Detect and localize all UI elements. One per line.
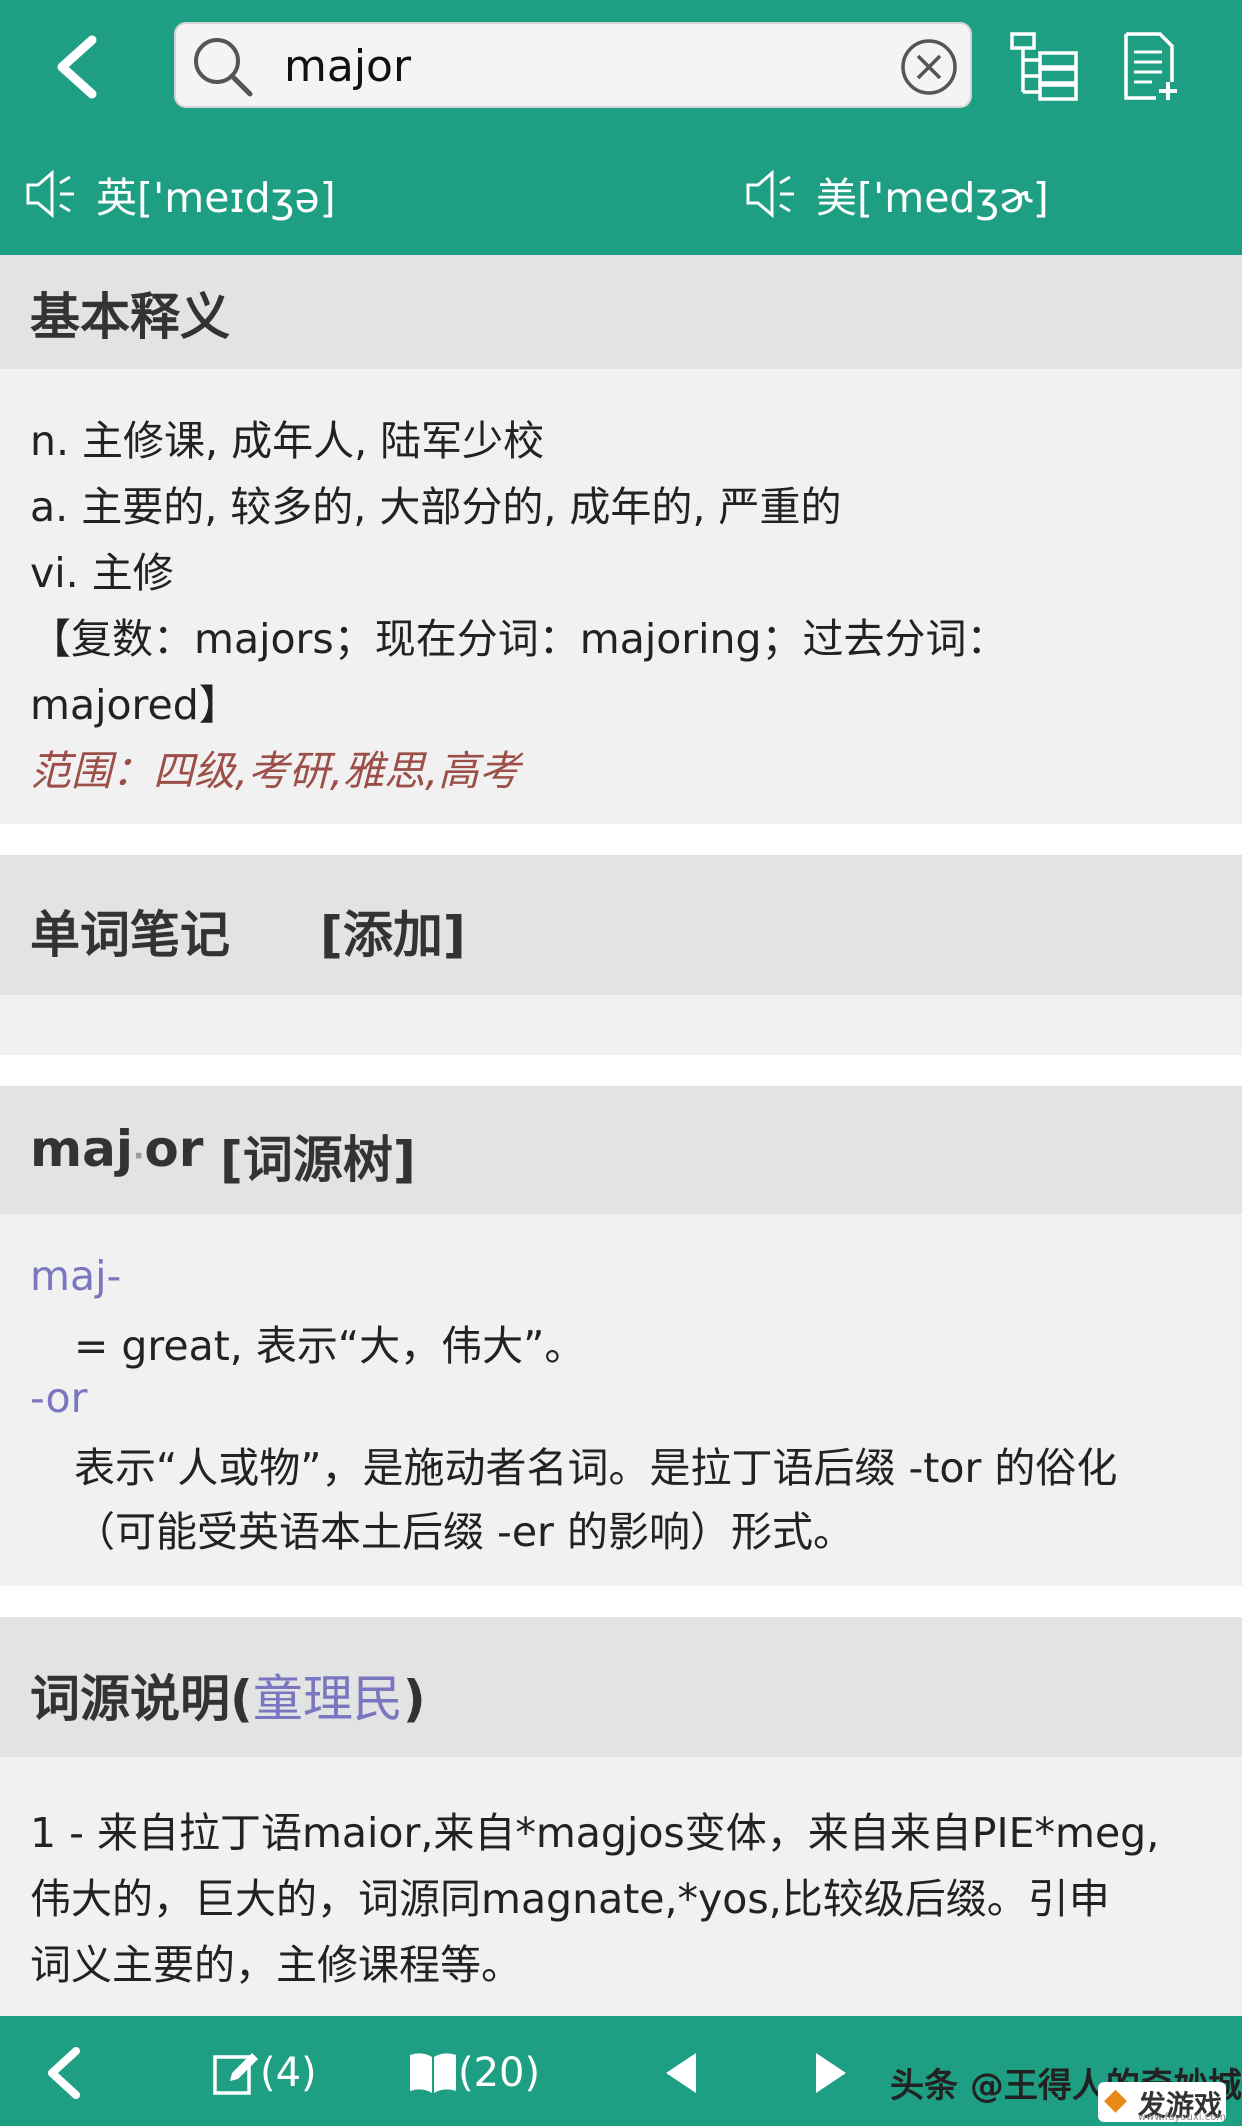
explanation-line: 词义主要的，主修课程等。 bbox=[30, 1941, 522, 1989]
search-box[interactable] bbox=[174, 22, 972, 108]
root-meaning: = great, 表示“大，伟大”。 bbox=[74, 1322, 586, 1370]
explanation-line: 1 - 来自拉丁语maior,来自*magjos变体，来自来自PIE*meg, bbox=[30, 1809, 1160, 1857]
word-notes-header: 单词笔记 [添加] bbox=[0, 855, 1242, 995]
root-meaning: 表示“人或物”，是施动者名词。是拉丁语后缀 -tor 的俗化 bbox=[74, 1444, 1118, 1492]
notes-button[interactable]: (4) bbox=[212, 2038, 317, 2108]
logo-url: www.fayouxi.com bbox=[1138, 2112, 1227, 2123]
basic-definition-header: 基本释义 bbox=[0, 255, 1242, 369]
pronounce-us-button[interactable]: 美['medʒɚ] bbox=[742, 158, 1049, 230]
definition-line: n. 主修课, 成年人, 陆军少校 bbox=[30, 417, 545, 465]
add-note-icon[interactable] bbox=[1120, 30, 1182, 102]
book-icon bbox=[410, 2053, 456, 2093]
pronunciation-uk: 英['meɪdʒə] bbox=[96, 174, 336, 222]
speaker-icon bbox=[746, 169, 794, 219]
clear-icon[interactable] bbox=[898, 36, 960, 98]
inflection-line: 【复数：majors；现在分词：majoring；过去分词： bbox=[30, 615, 1008, 663]
logo-mark: ◆ bbox=[1104, 2082, 1128, 2117]
speaker-icon bbox=[26, 169, 74, 219]
back-arrow-icon[interactable] bbox=[40, 22, 135, 112]
definition-line: vi. 主修 bbox=[30, 549, 174, 597]
word-tree-link[interactable]: [词源树] bbox=[220, 1120, 416, 1192]
word-part: or bbox=[144, 1120, 204, 1178]
back-arrow-icon bbox=[48, 2047, 80, 2099]
exam-scope: 范围：四级,考研,雅思,高考 bbox=[30, 747, 521, 795]
search-icon bbox=[194, 38, 253, 97]
explanation-line: 伟大的，巨大的，词源同magnate,*yos,比较级后缀。引申 bbox=[30, 1875, 1110, 1923]
title-text: 词源说明( bbox=[30, 1670, 253, 1728]
pronunciation-us: 美['medʒɚ] bbox=[816, 174, 1049, 222]
pronounce-uk-button[interactable]: 英['meɪdʒə] bbox=[22, 158, 336, 230]
wordbook-count: (20) bbox=[458, 2050, 541, 2096]
add-note-link[interactable]: [添加] bbox=[320, 895, 466, 967]
word-tree-icon[interactable] bbox=[1008, 30, 1080, 102]
next-word-button[interactable] bbox=[814, 2038, 848, 2108]
section-title: 单词笔记 bbox=[30, 906, 230, 964]
etymology-body: maj- = great, 表示“大，伟大”。 -or 表示“人或物”，是施动者… bbox=[0, 1214, 1242, 1586]
syllable-dot: · bbox=[132, 1139, 145, 1174]
top-bar: 英['meɪdʒə] 美['medʒɚ] bbox=[0, 0, 1242, 255]
edit-icon bbox=[213, 2053, 258, 2095]
section-title: 词源说明(童理民) bbox=[30, 1659, 426, 1731]
watermark-logo: ◆ 发游戏 www.fayouxi.com bbox=[1098, 2082, 1227, 2123]
basic-definition-body: n. 主修课, 成年人, 陆军少校 a. 主要的, 较多的, 大部分的, 成年的… bbox=[0, 369, 1242, 824]
word-syllables: maj·or bbox=[30, 1120, 203, 1178]
explanation-body: 1 - 来自拉丁语maior,来自*magjos变体，来自来自PIE*meg, … bbox=[0, 1757, 1242, 2016]
section-title: 基本释义 bbox=[30, 288, 230, 346]
title-text: ) bbox=[402, 1670, 426, 1728]
word-part: maj bbox=[30, 1120, 133, 1178]
triangle-right-icon bbox=[816, 2053, 846, 2093]
notes-count: (4) bbox=[260, 2050, 317, 2096]
etymology-header: maj·or [词源树] bbox=[0, 1086, 1242, 1214]
definition-line: a. 主要的, 较多的, 大部分的, 成年的, 严重的 bbox=[30, 483, 842, 531]
search-input[interactable] bbox=[284, 32, 864, 100]
inflection-line: majored】 bbox=[30, 681, 240, 729]
word-notes-body bbox=[0, 995, 1242, 1055]
root-meaning: （可能受英语本土后缀 -er 的影响）形式。 bbox=[74, 1508, 854, 1556]
author-link[interactable]: 童理民 bbox=[253, 1670, 403, 1728]
back-button[interactable] bbox=[40, 2038, 90, 2108]
root-label: -or bbox=[30, 1374, 88, 1422]
triangle-left-icon bbox=[666, 2053, 696, 2093]
explanation-header: 词源说明(童理民) bbox=[0, 1617, 1242, 1757]
wordbook-button[interactable]: (20) bbox=[408, 2038, 540, 2108]
root-label: maj- bbox=[30, 1252, 122, 1300]
previous-word-button[interactable] bbox=[664, 2038, 698, 2108]
